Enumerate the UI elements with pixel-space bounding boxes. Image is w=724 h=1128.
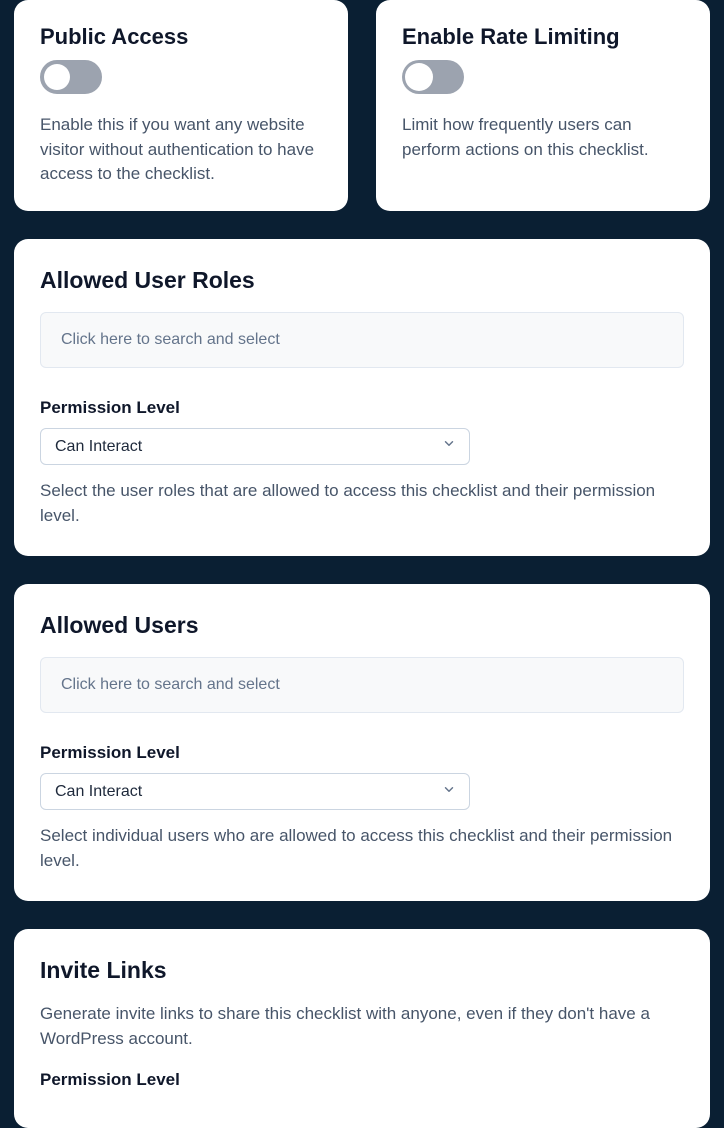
allowed-roles-title: Allowed User Roles — [40, 267, 684, 294]
allowed-users-search[interactable]: Click here to search and select — [40, 657, 684, 713]
allowed-roles-search[interactable]: Click here to search and select — [40, 312, 684, 368]
rate-limiting-title: Enable Rate Limiting — [402, 24, 684, 50]
public-access-toggle[interactable] — [40, 60, 102, 94]
public-access-desc: Enable this if you want any website visi… — [40, 113, 322, 187]
allowed-users-title: Allowed Users — [40, 612, 684, 639]
allowed-users-perm-select[interactable]: Can Interact — [40, 773, 470, 810]
allowed-users-section: Allowed Users Click here to search and s… — [14, 584, 710, 901]
toggle-knob — [405, 63, 433, 91]
allowed-roles-section: Allowed User Roles Click here to search … — [14, 239, 710, 556]
public-access-title: Public Access — [40, 24, 322, 50]
invite-links-section: Invite Links Generate invite links to sh… — [14, 929, 710, 1127]
toggle-knob — [44, 64, 70, 90]
allowed-users-select-wrap: Can Interact — [40, 773, 470, 810]
allowed-roles-help: Select the user roles that are allowed t… — [40, 479, 684, 528]
public-access-card: Public Access Enable this if you want an… — [14, 0, 348, 211]
invite-links-desc: Generate invite links to share this chec… — [40, 1002, 684, 1051]
rate-limiting-desc: Limit how frequently users can perform a… — [402, 113, 684, 162]
allowed-users-perm-label: Permission Level — [40, 743, 684, 763]
invite-links-title: Invite Links — [40, 957, 684, 984]
rate-limiting-toggle[interactable] — [402, 60, 464, 94]
invite-links-perm-label: Permission Level — [40, 1070, 684, 1090]
allowed-users-help: Select individual users who are allowed … — [40, 824, 684, 873]
allowed-roles-select-wrap: Can Interact — [40, 428, 470, 465]
rate-limiting-card: Enable Rate Limiting Limit how frequentl… — [376, 0, 710, 211]
allowed-roles-perm-label: Permission Level — [40, 398, 684, 418]
allowed-roles-perm-select[interactable]: Can Interact — [40, 428, 470, 465]
